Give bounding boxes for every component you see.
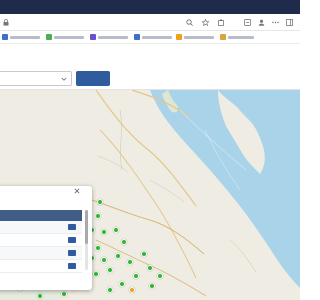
bookmark-item[interactable] xyxy=(46,34,86,41)
bookmark-icon xyxy=(2,34,8,40)
map-marker-icon[interactable] xyxy=(61,291,67,297)
bookmarks-bar xyxy=(0,31,300,44)
map-marker-icon[interactable] xyxy=(107,267,113,273)
bookmark-item[interactable] xyxy=(220,34,256,41)
star-icon[interactable] xyxy=(202,19,209,26)
table-row xyxy=(0,247,82,260)
map-marker-icon[interactable] xyxy=(101,229,107,235)
row-action-button[interactable] xyxy=(68,263,76,269)
chevron-down-icon xyxy=(61,76,67,82)
map-marker-icon[interactable] xyxy=(97,199,103,205)
profile-icon[interactable] xyxy=(258,19,265,26)
bookmark-label xyxy=(142,36,172,39)
map-marker-icon[interactable] xyxy=(157,273,163,279)
popup-scrollbar[interactable] xyxy=(85,210,88,270)
bookmark-item[interactable] xyxy=(2,34,42,41)
bookmark-item[interactable] xyxy=(90,34,130,41)
table-row xyxy=(0,234,82,247)
layer-select[interactable] xyxy=(0,71,72,86)
extension-icon[interactable] xyxy=(218,19,225,26)
close-icon[interactable] xyxy=(74,188,80,194)
row-action-button[interactable] xyxy=(68,237,76,243)
bookmark-icon xyxy=(90,34,96,40)
table-row xyxy=(0,221,82,234)
bookmark-label xyxy=(54,36,84,39)
table-row xyxy=(0,260,82,273)
settings-menu-icon[interactable] xyxy=(272,19,279,26)
popup-table-body xyxy=(0,221,82,273)
lock-icon xyxy=(3,19,9,26)
run-button[interactable] xyxy=(76,71,110,86)
map-marker-icon[interactable] xyxy=(121,239,127,245)
zoom-icon[interactable] xyxy=(186,19,193,26)
station-popup xyxy=(0,186,92,290)
map-marker-icon[interactable] xyxy=(133,273,139,279)
row-action-button[interactable] xyxy=(68,250,76,256)
bookmark-label xyxy=(10,36,40,39)
map-marker-icon[interactable] xyxy=(115,253,121,259)
sidebar-icon[interactable] xyxy=(286,19,293,26)
map-marker-icon[interactable] xyxy=(93,271,99,277)
bookmark-icon xyxy=(46,34,52,40)
map-toolbar xyxy=(0,56,300,90)
popup-scrollbar-thumb[interactable] xyxy=(85,210,88,244)
collections-icon[interactable] xyxy=(244,19,251,26)
bookmark-item[interactable] xyxy=(134,34,174,41)
map-marker-icon[interactable] xyxy=(129,287,135,293)
row-action-button[interactable] xyxy=(68,224,76,230)
bookmark-label xyxy=(98,36,128,39)
bookmark-item[interactable] xyxy=(176,34,216,41)
map-marker-icon[interactable] xyxy=(113,227,119,233)
bookmark-icon xyxy=(176,34,182,40)
map-marker-icon[interactable] xyxy=(95,245,101,251)
map-marker-icon[interactable] xyxy=(95,213,101,219)
map-view[interactable] xyxy=(0,90,300,300)
browser-address-row xyxy=(0,14,300,31)
app-window xyxy=(0,0,300,300)
popup-table-header xyxy=(0,210,82,221)
map-marker-icon[interactable] xyxy=(37,293,43,299)
map-marker-icon[interactable] xyxy=(107,287,113,293)
bookmark-label xyxy=(228,36,254,39)
map-marker-icon[interactable] xyxy=(141,251,147,257)
map-marker-icon[interactable] xyxy=(119,281,125,287)
map-marker-icon[interactable] xyxy=(147,265,153,271)
map-marker-icon[interactable] xyxy=(127,259,133,265)
bookmark-icon xyxy=(220,34,226,40)
bookmark-label xyxy=(184,36,214,39)
bookmark-icon xyxy=(134,34,140,40)
map-marker-icon[interactable] xyxy=(101,257,107,263)
window-title-bar xyxy=(0,0,300,14)
map-marker-icon[interactable] xyxy=(149,283,155,289)
app-header xyxy=(0,44,300,56)
